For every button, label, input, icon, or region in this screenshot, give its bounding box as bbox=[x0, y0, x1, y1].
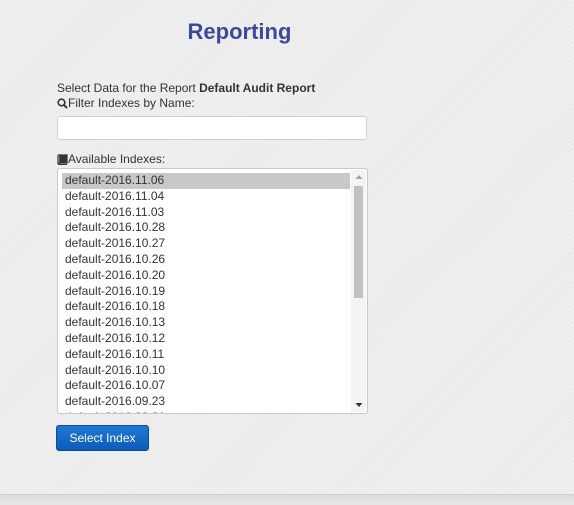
book-icon bbox=[57, 153, 68, 165]
index-option[interactable]: default-2016.10.07 bbox=[62, 378, 350, 394]
search-icon bbox=[57, 97, 68, 109]
filter-input[interactable] bbox=[57, 116, 367, 140]
filter-label: Filter Indexes by Name: bbox=[57, 96, 195, 110]
index-option[interactable]: default-2016.10.27 bbox=[62, 236, 350, 252]
scroll-thumb[interactable] bbox=[354, 186, 363, 298]
index-options: default-2016.11.06 default-2016.11.04 defa… bbox=[62, 173, 350, 413]
select-index-button[interactable]: Select Index bbox=[56, 425, 149, 451]
index-option[interactable]: default-2016.10.20 bbox=[62, 268, 350, 284]
index-option[interactable]: default-2016.11.06 bbox=[62, 173, 350, 189]
index-option[interactable]: default-2016.10.26 bbox=[62, 252, 350, 268]
index-option[interactable]: default-2016.09.21 bbox=[62, 410, 350, 413]
index-option[interactable]: default-2016.11.03 bbox=[62, 205, 350, 221]
index-option[interactable]: default-2016.10.10 bbox=[62, 363, 350, 379]
available-indexes-label-text: Available Indexes: bbox=[68, 152, 166, 166]
scroll-down-button[interactable] bbox=[351, 398, 366, 412]
report-label-prefix: Select Data for the Report bbox=[57, 81, 196, 95]
index-option[interactable]: default-2016.10.28 bbox=[62, 220, 350, 236]
filter-label-text: Filter Indexes by Name: bbox=[68, 96, 195, 110]
index-option[interactable]: default-2016.10.12 bbox=[62, 331, 350, 347]
page-title: Reporting bbox=[187, 19, 292, 44]
index-option[interactable]: default-2016.09.23 bbox=[62, 394, 350, 410]
scrollbar[interactable] bbox=[351, 170, 366, 412]
index-option[interactable]: default-2016.10.18 bbox=[62, 299, 350, 315]
report-name: Default Audit Report bbox=[199, 81, 316, 95]
index-option[interactable]: default-2016.10.13 bbox=[62, 315, 350, 331]
report-label: Select Data for the Report Default Audit… bbox=[57, 81, 315, 95]
available-indexes-list[interactable]: default-2016.11.06 default-2016.11.04 defa… bbox=[57, 168, 368, 414]
index-option[interactable]: default-2016.10.19 bbox=[62, 284, 350, 300]
available-indexes-label: Available Indexes: bbox=[57, 152, 165, 166]
triangle-down-icon bbox=[355, 403, 362, 407]
index-option[interactable]: default-2016.10.11 bbox=[62, 347, 350, 363]
index-option[interactable]: default-2016.11.04 bbox=[62, 189, 350, 205]
triangle-up-icon bbox=[355, 175, 362, 179]
scroll-up-button[interactable] bbox=[351, 170, 366, 184]
footer-divider bbox=[0, 494, 574, 505]
